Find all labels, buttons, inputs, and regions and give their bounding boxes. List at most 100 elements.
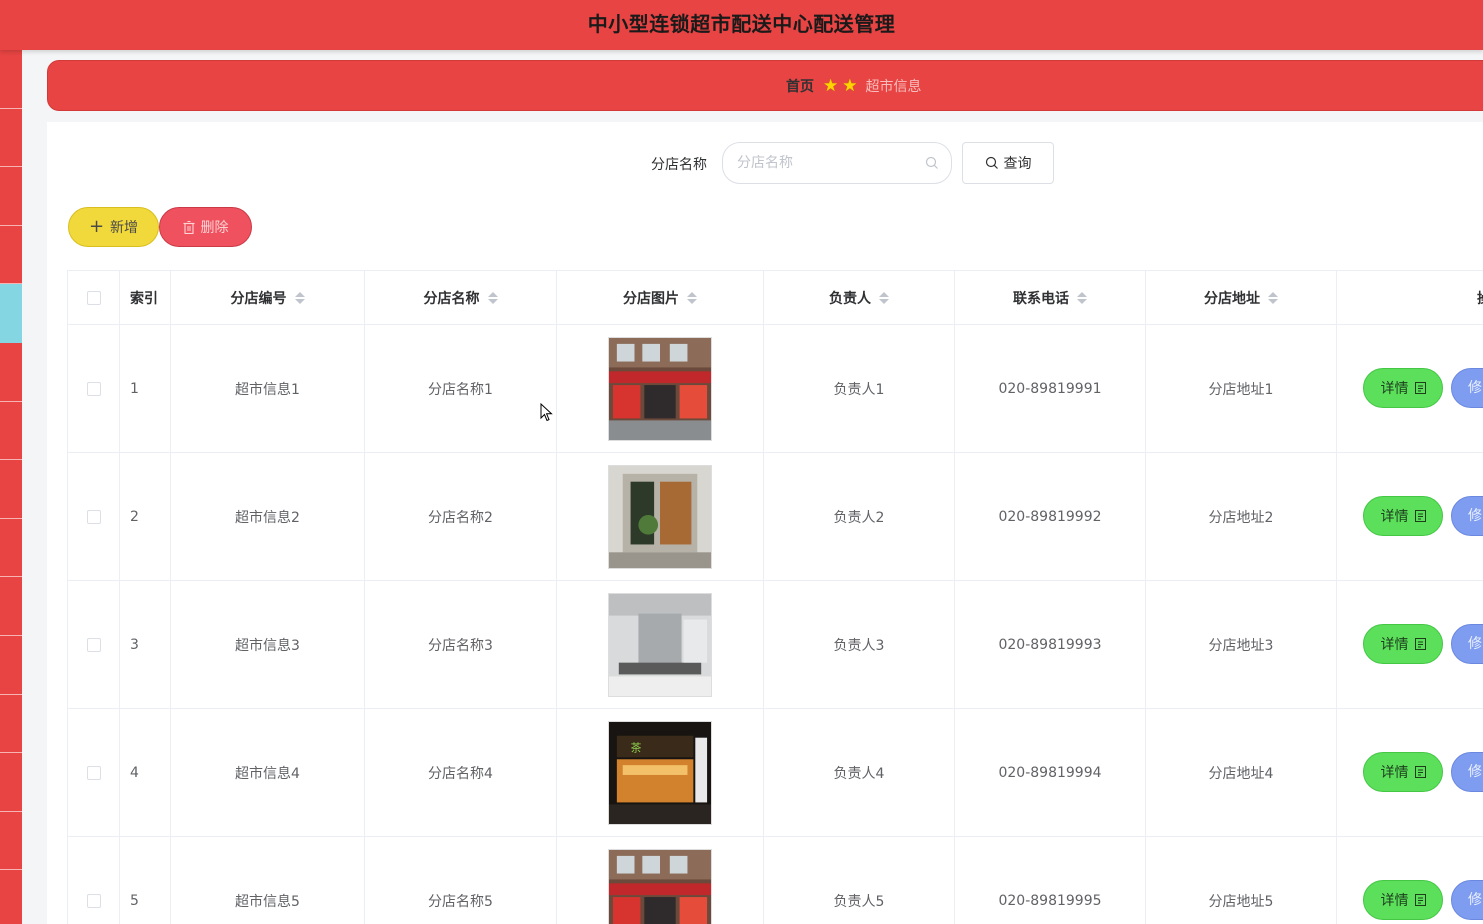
sidebar-item[interactable] [0,167,22,226]
detail-button-label: 详情 [1380,509,1409,525]
row-checkbox-cell[interactable] [67,708,120,837]
breadcrumb-current: 超市信息 [865,79,922,95]
document-icon [1414,382,1426,394]
sidebar-item[interactable] [0,636,22,695]
row-checkbox-cell[interactable] [67,836,120,924]
sort-icon[interactable] [487,291,498,306]
sort-icon[interactable] [687,291,697,306]
column-header-address[interactable]: 分店地址 [1145,270,1337,325]
sort-icon[interactable] [1268,291,1278,306]
store-photo[interactable] [608,592,712,697]
cell-code: 超市信息4 [170,708,365,837]
row-checkbox-cell[interactable] [67,452,120,581]
detail-button-label: 详情 [1380,893,1409,909]
sort-icon[interactable] [1077,291,1087,306]
document-icon [1414,638,1426,650]
sort-icon[interactable] [879,291,889,306]
search-icon [985,156,998,169]
table-row: 1 超市信息1 分店名称1 负责人1 020-89819991 分店地址1 详情 修 [67,324,1483,453]
search-field[interactable] [722,142,952,184]
column-header-label: 分店地址 [1204,290,1260,307]
edit-button[interactable]: 修 [1451,368,1483,408]
cell-address: 分店地址3 [1145,580,1337,709]
table-row: 2 超市信息2 分店名称2 负责人2 020-89819992 分店地址2 详情 修 [67,452,1483,581]
sidebar-item[interactable] [0,343,22,402]
row-checkbox[interactable] [86,637,101,652]
store-photo[interactable]: 茶 [608,720,712,825]
row-checkbox[interactable] [86,509,101,524]
detail-button[interactable]: 详情 [1363,496,1443,536]
sidebar-item[interactable] [0,460,22,519]
cell-actions: 详情 修 [1336,708,1483,837]
sidebar-item[interactable] [0,402,22,461]
sidebar-item[interactable] [0,695,22,754]
edit-button[interactable]: 修 [1451,880,1483,920]
query-button[interactable]: 查询 [962,142,1054,184]
column-header-phone[interactable]: 联系电话 [954,270,1146,325]
breadcrumb: 首页 ★ ★ 超市信息 [47,60,1483,111]
column-header-name[interactable]: 分店名称 [364,270,557,325]
breadcrumb-home[interactable]: 首页 [786,76,814,96]
cell-index: 2 [119,452,171,581]
cell-manager: 负责人1 [763,324,955,453]
sidebar-item[interactable] [0,870,22,924]
mouse-cursor-icon [540,403,553,422]
cell-code: 超市信息1 [170,324,365,453]
column-header-image[interactable]: 分店图片 [556,270,764,325]
cell-phone: 020-89819995 [954,836,1146,924]
cell-code: 超市信息5 [170,836,365,924]
cell-index: 4 [119,708,171,837]
cell-code: 超市信息2 [170,452,365,581]
sidebar-item[interactable] [0,577,22,636]
svg-text:茶: 茶 [631,741,642,754]
edit-button-label: 修 [1468,636,1482,652]
sidebar-item[interactable] [0,226,22,285]
edit-button[interactable]: 修 [1451,624,1483,664]
sidebar-item[interactable] [0,109,22,168]
cell-actions: 详情 修 [1336,836,1483,924]
sidebar-item[interactable] [0,519,22,578]
delete-button[interactable]: 删除 [159,207,252,247]
edit-button-label: 修 [1468,508,1482,524]
detail-button-label: 详情 [1380,765,1409,781]
row-checkbox-cell[interactable] [67,324,120,453]
sidebar-item-active[interactable] [0,284,22,343]
document-icon [1414,766,1426,778]
cell-phone: 020-89819992 [954,452,1146,581]
column-header-manager[interactable]: 负责人 [763,270,955,325]
app-header: 中小型连锁超市配送中心配送管理 [0,0,1483,50]
cell-manager: 负责人4 [763,708,955,837]
column-header-code[interactable]: 分店编号 [170,270,365,325]
table-row: 4 超市信息4 分店名称4 茶 负责人4 020-89819994 分店地址4 详情 修 [67,708,1483,837]
cell-image [556,580,764,709]
row-checkbox-cell[interactable] [67,580,120,709]
select-all-checkbox-cell[interactable] [67,270,120,325]
detail-button[interactable]: 详情 [1363,624,1443,664]
select-all-checkbox[interactable] [86,290,101,305]
detail-button[interactable]: 详情 [1363,368,1443,408]
sidebar-item[interactable] [0,753,22,812]
star-icon: ★ [842,75,858,96]
row-checkbox[interactable] [86,765,101,780]
sidebar-item[interactable] [0,50,22,109]
sort-icon[interactable] [294,291,305,306]
table-row: 3 超市信息3 分店名称3 负责人3 020-89819993 分店地址3 详情 修 [67,580,1483,709]
edit-button[interactable]: 修 [1451,496,1483,536]
sidebar-item[interactable] [0,812,22,871]
edit-button[interactable]: 修 [1451,752,1483,792]
detail-button[interactable]: 详情 [1363,880,1443,920]
search-input[interactable] [737,153,917,173]
cell-address: 分店地址2 [1145,452,1337,581]
store-photo[interactable] [608,464,712,569]
add-button-label: 新增 [110,220,139,236]
column-header-index: 索引 [119,270,171,325]
cell-image [556,324,764,453]
store-photo[interactable] [608,848,712,924]
cell-actions: 详情 修 [1336,324,1483,453]
detail-button[interactable]: 详情 [1363,752,1443,792]
add-button[interactable]: + 新增 [68,207,159,247]
trash-icon [183,220,194,234]
row-checkbox[interactable] [86,381,101,396]
store-photo[interactable] [608,336,712,441]
row-checkbox[interactable] [86,893,101,908]
